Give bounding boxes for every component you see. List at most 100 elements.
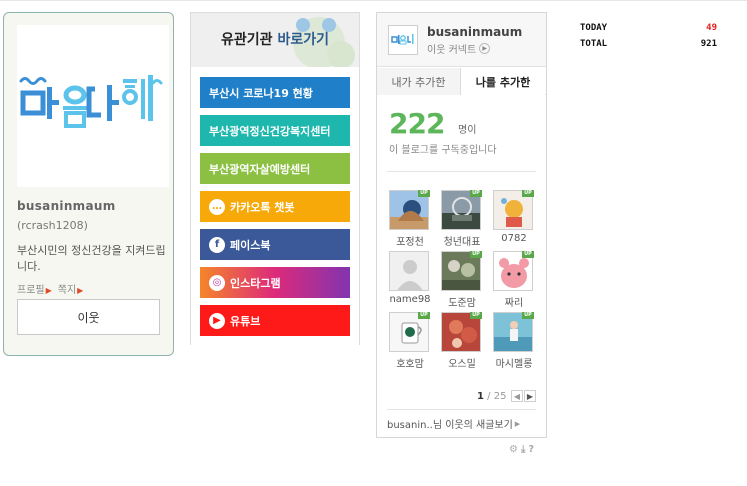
button-label: 인스타그램	[230, 276, 281, 290]
update-badge: UP	[470, 312, 482, 319]
orgs-button-list: 부산시 코로나19 현황 부산광역정신건강복지센터 부산광역자살예방센터 … 카카…	[191, 67, 359, 345]
blog-avatar[interactable]	[388, 25, 418, 55]
neighbor-item[interactable]: UP 오스밀	[438, 312, 486, 370]
chevron-right-icon: ▶	[526, 391, 534, 401]
instagram-icon: ◎	[209, 274, 225, 291]
neighbor-label: 호호맘	[396, 359, 424, 370]
counter-total-row: TOTAL 921	[580, 39, 720, 55]
button-label: 페이스북	[230, 238, 271, 252]
arrow-right-icon: ▶	[514, 419, 521, 428]
connect-label: 이웃 커넥트	[427, 45, 477, 56]
facebook-button[interactable]: f 페이스북	[200, 229, 350, 260]
counter-today-row: TODAY 49	[580, 23, 720, 39]
neighbor-label: 청년대표	[443, 237, 481, 248]
youtube-button[interactable]: ▶ 유튜브	[200, 305, 350, 336]
neighbor-widget: busaninmaum 이웃 커넥트 ▶ 내가 추가한 나를 추가한 222 명이…	[376, 12, 547, 438]
button-label: 부산광역자살예방센터	[209, 162, 311, 176]
neighbor-new-posts-link[interactable]: busanin..님 이웃의 새글보기 ▶	[387, 416, 521, 432]
message-link[interactable]: 쪽지▶	[58, 281, 84, 296]
profile-widget: busaninmaum (rcrash1208) 부산시민의 정신건강을 지켜드…	[3, 12, 174, 356]
gear-icon[interactable]: ⚙	[509, 444, 518, 455]
counter-total-label: TOTAL	[580, 39, 608, 49]
neighbor-item[interactable]: UP 짜리	[490, 251, 538, 309]
neighbor-label: 0782	[501, 233, 527, 244]
facebook-icon: f	[209, 236, 225, 253]
neighbor-header: busaninmaum 이웃 커넥트 ▶	[377, 13, 546, 67]
neighbor-label: 오스밀	[448, 359, 476, 370]
widget-tools: ⚙ ⤓ ?	[509, 444, 534, 455]
new-posts-label: busanin..님 이웃의 새글보기	[387, 420, 513, 431]
orgs-title-accent: 바로가기	[277, 32, 329, 48]
neighbor-connect-link[interactable]: 이웃 커넥트 ▶	[427, 41, 491, 56]
neighbor-tabs: 내가 추가한 나를 추가한	[377, 68, 546, 95]
update-badge: UP	[470, 251, 482, 258]
neighbor-pager: 1 / 25	[477, 391, 506, 402]
profile-link[interactable]: 프로필▶	[17, 281, 52, 296]
orgs-title: 유관기관 바로가기	[191, 29, 359, 49]
counter-today-label: TODAY	[580, 23, 608, 33]
neighbor-item[interactable]: UP 0782	[490, 190, 538, 247]
neighbor-item[interactable]: UP 포정천	[386, 190, 434, 248]
pager-prev-button[interactable]: ◀	[511, 390, 523, 402]
neighbor-grid: UP 포정천 UP 청년대표 UP 0782 name98 UP 도준맘 UP …	[386, 190, 540, 370]
neighbor-item[interactable]: UP 호호맘	[386, 312, 434, 370]
profile-description: 부산시민의 정신건강을 지켜드립니다.	[17, 244, 166, 273]
suicide-prevention-center-button[interactable]: 부산광역자살예방센터	[200, 153, 350, 184]
subscriber-subtitle: 이 블로그를 구독중입니다	[389, 145, 497, 156]
maeumdahae-logo-icon	[19, 75, 163, 128]
arrow-right-icon: ▶	[479, 43, 491, 54]
neighbor-label: 포정천	[396, 237, 424, 248]
neighbor-item[interactable]: UP 마시멜롱	[490, 312, 538, 370]
profile-name: busaninmaum	[17, 199, 116, 213]
button-label: 부산광역정신건강복지센터	[209, 124, 331, 138]
mental-health-center-button[interactable]: 부산광역정신건강복지센터	[200, 115, 350, 146]
pager-next-button[interactable]: ▶	[524, 390, 536, 402]
neighbor-item[interactable]: UP 청년대표	[438, 190, 486, 248]
orgs-title-prefix: 유관기관	[221, 32, 278, 48]
button-label: 유튜브	[230, 314, 261, 328]
arrow-right-icon: ▶	[45, 286, 52, 295]
update-badge: UP	[522, 312, 534, 319]
tab-added-me[interactable]: 나를 추가한	[461, 68, 545, 95]
neighbor-thumbnail	[389, 251, 429, 291]
message-link-label: 쪽지	[57, 285, 77, 296]
related-orgs-widget: 유관기관 바로가기 부산시 코로나19 현황 부산광역정신건강복지센터 부산광역…	[190, 12, 360, 345]
add-neighbor-button[interactable]: 이웃	[17, 299, 160, 335]
divider	[387, 409, 536, 410]
subscriber-count: 222	[389, 107, 445, 140]
profile-logo[interactable]	[17, 25, 169, 187]
chat-bubble-icon: …	[209, 198, 225, 215]
neighbor-label: 마시멜롱	[495, 359, 533, 370]
profile-links: 프로필▶ 쪽지▶	[17, 281, 83, 296]
download-icon[interactable]: ⤓	[521, 444, 525, 455]
neighbor-item[interactable]: UP 도준맘	[438, 251, 486, 309]
neighbor-label: 짜리	[504, 298, 524, 309]
button-label: 카카오톡 챗봇	[230, 200, 295, 214]
help-icon[interactable]: ?	[528, 444, 534, 455]
update-badge: UP	[418, 312, 430, 319]
arrow-right-icon: ▶	[77, 286, 84, 295]
update-badge: UP	[522, 190, 534, 197]
neighbor-blog-name[interactable]: busaninmaum	[427, 25, 522, 39]
chevron-left-icon: ◀	[513, 391, 521, 401]
neighbor-item[interactable]: name98	[386, 251, 434, 308]
counter-today-value: 49	[706, 23, 717, 33]
divider	[387, 171, 536, 172]
subscriber-unit: 명이	[458, 125, 477, 136]
profile-link-label: 프로필	[17, 285, 45, 296]
visitor-counter: TODAY 49 TOTAL 921	[580, 23, 720, 55]
counter-total-value: 921	[700, 39, 717, 49]
orgs-header: 유관기관 바로가기	[191, 13, 359, 67]
instagram-button[interactable]: ◎ 인스타그램	[200, 267, 350, 298]
covid-status-button[interactable]: 부산시 코로나19 현황	[200, 77, 350, 108]
default-avatar-icon	[390, 252, 428, 290]
neighbor-label: 도준맘	[448, 298, 476, 309]
profile-user-id: (rcrash1208)	[17, 219, 88, 232]
tab-added-by-me[interactable]: 내가 추가한	[377, 68, 461, 95]
update-badge: UP	[418, 190, 430, 197]
neighbor-label: name98	[389, 294, 431, 305]
pager-total: / 25	[487, 391, 507, 402]
kakaotalk-chatbot-button[interactable]: … 카카오톡 챗봇	[200, 191, 350, 222]
update-badge: UP	[522, 251, 534, 258]
maeumdahae-logo-icon	[391, 34, 414, 45]
